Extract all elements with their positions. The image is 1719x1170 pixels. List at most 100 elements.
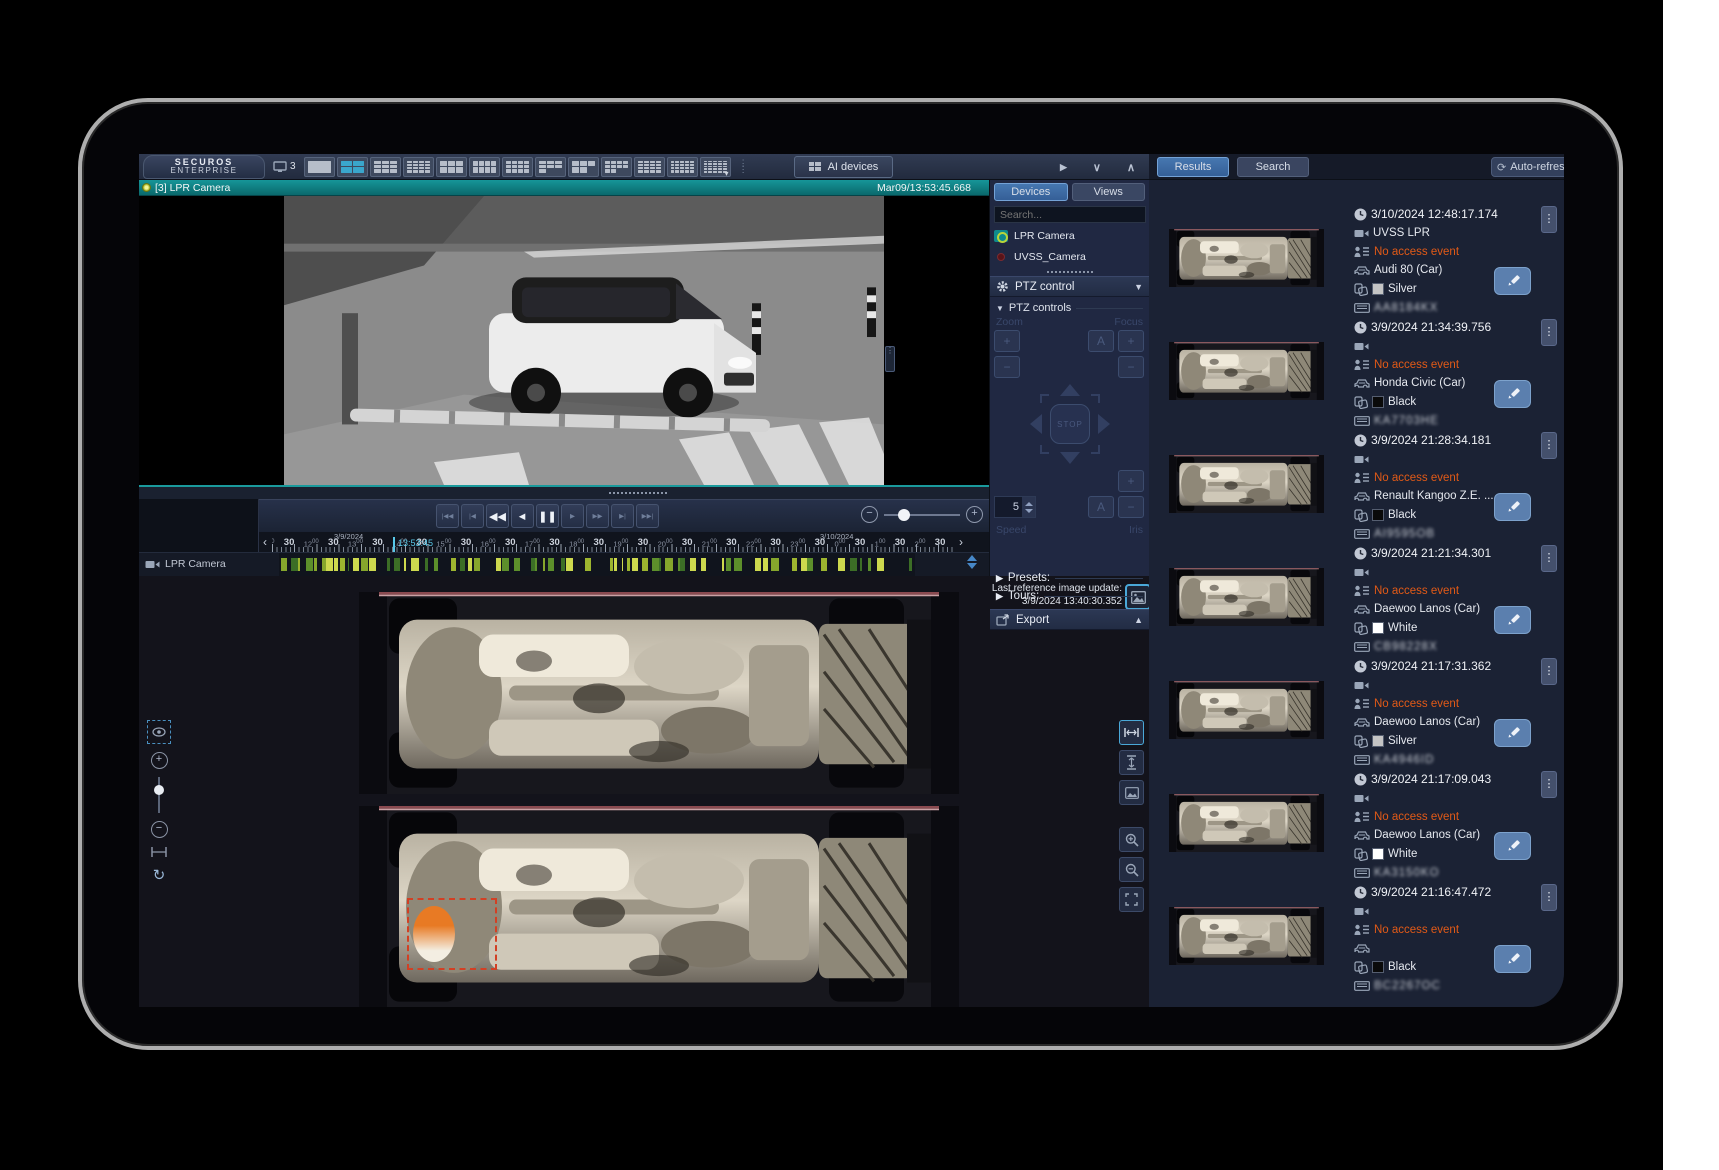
ai-devices-tab[interactable]: AI devices	[794, 156, 894, 178]
ptz-down-button[interactable]	[1060, 452, 1080, 464]
device-search-input[interactable]	[994, 206, 1146, 223]
ptz-zoom-out-button[interactable]: −	[994, 356, 1020, 378]
scan-zoom-slider[interactable]	[158, 777, 160, 813]
edit-event-button[interactable]	[1494, 267, 1531, 295]
result-entry[interactable]: 3/10/2024 12:48:17.174 UVSS LPR	[1149, 204, 1564, 317]
edit-event-button[interactable]	[1494, 832, 1531, 860]
entry-menu-button[interactable]: ⋮	[1541, 432, 1557, 459]
entry-menu-button[interactable]: ⋮	[1541, 206, 1557, 233]
layout-button[interactable]	[535, 157, 566, 177]
result-entry[interactable]: 3/9/2024 21:28:34.181	[1149, 430, 1564, 543]
zoom-out-button[interactable]: −	[151, 821, 168, 838]
uvss-scan-current[interactable]	[359, 592, 959, 794]
entry-menu-button[interactable]: ⋮	[1541, 545, 1557, 572]
ptz-left-button[interactable]	[1030, 414, 1042, 434]
transport-button[interactable]: ▶▶	[586, 504, 609, 528]
edit-event-button[interactable]	[1494, 606, 1531, 634]
edit-event-button[interactable]	[1494, 719, 1531, 747]
monitor-selector[interactable]: 3	[273, 161, 296, 173]
ptz-iris-close-button[interactable]: −	[1118, 496, 1144, 518]
tab-devices[interactable]: Devices	[994, 183, 1068, 201]
transport-button[interactable]: ▶	[561, 504, 584, 528]
fit-height-button[interactable]	[1119, 750, 1144, 775]
transport-button[interactable]: ▶|	[611, 504, 634, 528]
speed-spinner[interactable]: 5	[994, 496, 1036, 518]
result-entry[interactable]: 3/9/2024 21:17:31.362	[1149, 656, 1564, 769]
layout-button[interactable]	[403, 157, 434, 177]
zoom-slider-knob[interactable]	[898, 509, 910, 521]
transport-button[interactable]: ❚❚	[536, 504, 559, 528]
scroll-left-icon[interactable]: ‹	[263, 535, 267, 549]
fit-width-button[interactable]	[1119, 720, 1144, 745]
lpr-video-view[interactable]: ⋮⋮	[139, 196, 989, 487]
ptz-control-header[interactable]: PTZ control ▼	[990, 276, 1149, 297]
tab-search[interactable]: Search	[1237, 157, 1309, 177]
ptz-downleft-button[interactable]	[1040, 445, 1049, 454]
ptz-zoom-in-button[interactable]: +	[994, 330, 1020, 352]
spinner-arrows[interactable]	[1022, 497, 1035, 517]
device-list-item[interactable]: UVSS_Camera	[990, 246, 1149, 267]
undercarriage-thumbnail[interactable]	[1169, 342, 1324, 400]
collapse-button[interactable]: ∨	[1093, 161, 1101, 174]
transport-button[interactable]: |◀◀	[436, 504, 459, 528]
tab-views[interactable]: Views	[1072, 183, 1146, 201]
layout-button[interactable]	[304, 157, 335, 177]
tab-results[interactable]: Results	[1157, 157, 1229, 177]
undercarriage-thumbnail[interactable]	[1169, 681, 1324, 739]
uvss-scan-reference[interactable]	[359, 806, 959, 1007]
layout-button[interactable]	[601, 157, 632, 177]
entry-menu-button[interactable]: ⋮	[1541, 771, 1557, 798]
layout-button[interactable]	[337, 157, 368, 177]
ptz-up-button[interactable]	[1060, 384, 1080, 396]
ptz-stop-button[interactable]: STOP	[1050, 404, 1090, 444]
transport-button[interactable]: |◀	[461, 504, 484, 528]
transport-button[interactable]: ◀◀	[486, 504, 509, 528]
drag-handle[interactable]	[609, 492, 667, 494]
refresh-scan-icon[interactable]: ↻	[153, 866, 166, 884]
selection-tool-button[interactable]	[147, 720, 171, 744]
transport-button[interactable]: ▶▶|	[636, 504, 659, 528]
expand-button[interactable]: ∧	[1127, 161, 1135, 174]
layout-button[interactable]	[436, 157, 467, 177]
ptz-controls-subheader[interactable]: ▼ PTZ controls	[990, 297, 1149, 316]
undercarriage-thumbnail[interactable]	[1169, 229, 1324, 287]
ptz-focus-in-button[interactable]: +	[1118, 330, 1144, 352]
magnify-in-button[interactable]	[1119, 827, 1144, 852]
entry-menu-button[interactable]: ⋮	[1541, 319, 1557, 346]
device-list-item[interactable]: LPR Camera	[990, 225, 1149, 246]
result-entry[interactable]: 3/9/2024 21:34:39.756	[1149, 317, 1564, 430]
ptz-upright-button[interactable]	[1091, 394, 1100, 403]
transport-button[interactable]: ◀	[511, 504, 534, 528]
tours-section[interactable]: ▶ Tours:	[990, 584, 1149, 602]
undercarriage-thumbnail[interactable]	[1169, 455, 1324, 513]
ptz-right-button[interactable]	[1098, 414, 1110, 434]
edit-event-button[interactable]	[1494, 945, 1531, 973]
slider-knob[interactable]	[154, 785, 164, 795]
hour-ruler[interactable]: 3/9/2024 3/10/2024 110030120030130030140…	[272, 532, 954, 552]
result-entry[interactable]: 3/9/2024 21:21:34.301	[1149, 543, 1564, 656]
zoom-in-icon[interactable]: +	[966, 506, 983, 523]
ptz-upleft-button[interactable]	[1040, 394, 1049, 403]
zoom-slider-track[interactable]	[884, 514, 960, 516]
entry-menu-button[interactable]: ⋮	[1541, 658, 1557, 685]
edit-event-button[interactable]	[1494, 380, 1531, 408]
layout-button[interactable]	[469, 157, 500, 177]
layout-button[interactable]	[370, 157, 401, 177]
zoom-in-button[interactable]: +	[151, 752, 168, 769]
fullscreen-button[interactable]	[1119, 887, 1144, 912]
auto-refresh-button[interactable]: ⟳ Auto-refresh	[1491, 157, 1564, 177]
detection-marker[interactable]	[407, 898, 497, 970]
panel-drag-handle[interactable]	[1047, 271, 1093, 273]
layout-button[interactable]	[667, 157, 698, 177]
panel-splitter-handle[interactable]: ⋮⋮	[885, 346, 895, 372]
undercarriage-thumbnail[interactable]	[1169, 907, 1324, 965]
ptz-iris-open-button[interactable]: +	[1118, 470, 1144, 492]
measure-icon[interactable]	[150, 846, 168, 858]
zoom-out-icon[interactable]: −	[861, 506, 878, 523]
scroll-right-icon[interactable]: ›	[959, 535, 963, 549]
ptz-iris-auto-button[interactable]: A	[1088, 496, 1114, 518]
ptz-focus-out-button[interactable]: −	[1118, 356, 1144, 378]
ptz-downright-button[interactable]	[1091, 445, 1100, 454]
undercarriage-thumbnail[interactable]	[1169, 794, 1324, 852]
layout-button[interactable]	[700, 157, 731, 177]
